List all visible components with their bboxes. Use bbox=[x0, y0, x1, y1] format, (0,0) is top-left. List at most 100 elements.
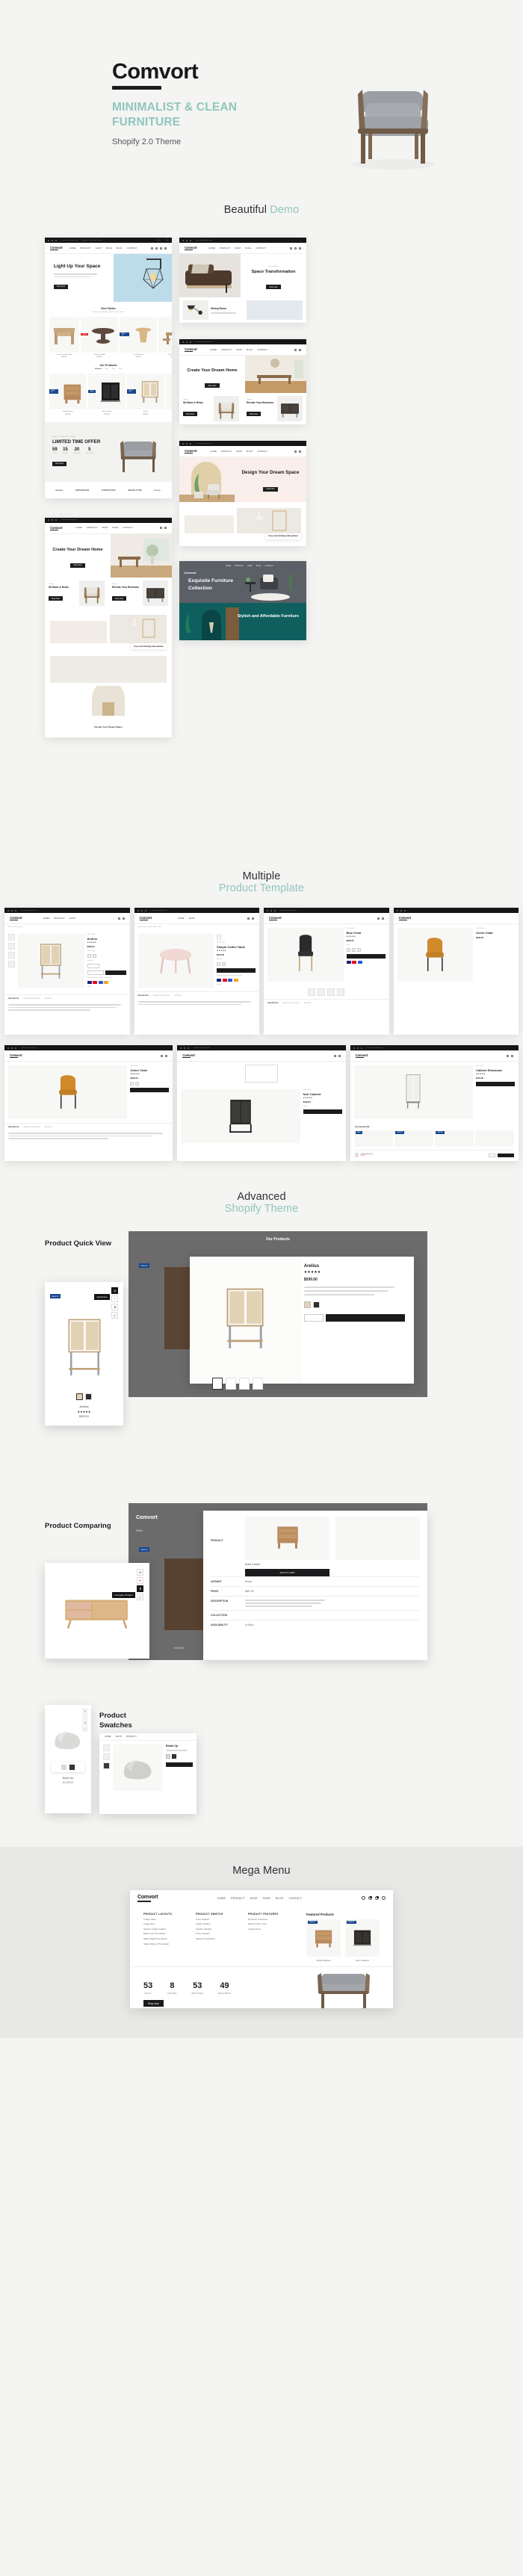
tab-description[interactable]: DESCRIPTION bbox=[8, 1127, 19, 1128]
search-icon[interactable] bbox=[361, 1896, 365, 1901]
search-icon[interactable] bbox=[247, 917, 250, 920]
nav-link-home[interactable]: HOME bbox=[226, 565, 231, 567]
mega-menu-item[interactable]: Slider Right Thumbnail bbox=[143, 1937, 185, 1940]
demo-mock-homepage-1[interactable]: comvort.myshopify.com Shopify 2.0 Furnit… bbox=[45, 238, 172, 498]
demo-mock-homepage-2[interactable]: comvort.myshopify.com Comvort HOME PRODU… bbox=[179, 238, 306, 323]
search-icon[interactable] bbox=[377, 917, 380, 920]
add-to-cart-button[interactable] bbox=[475, 1082, 515, 1086]
swatch-option[interactable] bbox=[130, 1082, 134, 1086]
mega-menu-item[interactable]: Classic Image Gallery bbox=[143, 1928, 185, 1931]
mega-menu-item[interactable]: Image grid bbox=[143, 1922, 185, 1925]
swatch-option[interactable] bbox=[166, 1753, 170, 1759]
related-tile[interactable]: SALE bbox=[354, 1130, 394, 1147]
thumbnail[interactable] bbox=[8, 943, 15, 950]
wishlist-icon[interactable]: ♡ bbox=[111, 1295, 118, 1302]
wishlist-icon[interactable] bbox=[294, 247, 297, 250]
nav-link-blog[interactable]: BLOG bbox=[256, 565, 262, 567]
nav-link-shop[interactable]: SHOP bbox=[236, 451, 242, 453]
thumbnail[interactable] bbox=[318, 988, 326, 996]
search-icon[interactable] bbox=[161, 1054, 164, 1057]
tab-description[interactable]: DESCRIPTION bbox=[267, 1003, 278, 1004]
cart-icon[interactable]: 🛒 bbox=[137, 1594, 143, 1600]
tab-description[interactable]: DESCRIPTION bbox=[8, 998, 19, 1000]
cart-icon[interactable] bbox=[164, 527, 167, 530]
mega-menu-item[interactable]: Slider Bottom Thumbnail bbox=[143, 1942, 185, 1945]
tab-new[interactable]: New bbox=[105, 368, 108, 370]
related-tile[interactable]: NEW IN bbox=[394, 1130, 434, 1147]
product-tile[interactable]: NEW IN Astrid Cabinet $429.00 bbox=[49, 374, 87, 416]
product-tile[interactable]: Rattan Cabinet $399.00 bbox=[166, 374, 172, 416]
nav-link-home[interactable]: HOME bbox=[210, 451, 217, 453]
thumbnail[interactable] bbox=[226, 1378, 236, 1390]
featured-product[interactable]: New In Nero Cabinet bbox=[345, 1919, 380, 1962]
add-to-cart-button[interactable] bbox=[166, 1762, 193, 1767]
swatch-option[interactable] bbox=[217, 962, 220, 966]
quantity-stepper[interactable] bbox=[303, 1314, 324, 1322]
add-to-cart-button[interactable] bbox=[346, 954, 386, 959]
swatch-option[interactable] bbox=[351, 948, 356, 952]
add-to-cart-button[interactable] bbox=[217, 968, 256, 973]
cart-icon[interactable] bbox=[338, 1054, 341, 1057]
product-template-1[interactable]: comvort.myshopify.com Comvort HOME PRODU… bbox=[4, 908, 130, 1035]
quickview-icon[interactable]: ◎ bbox=[111, 1287, 118, 1294]
nav-link-shop[interactable]: SHOP bbox=[102, 527, 108, 529]
compare-icon[interactable]: ⇅ bbox=[82, 1720, 87, 1726]
related-tile[interactable]: NEW IN bbox=[435, 1130, 474, 1147]
buy-now-button[interactable] bbox=[105, 970, 126, 975]
nav-link-blog[interactable]: BLOG bbox=[117, 247, 123, 250]
tab-shipping[interactable]: SHIPPING & RETURNS bbox=[23, 1127, 40, 1128]
swatch-option[interactable] bbox=[312, 1301, 320, 1308]
swatch-option[interactable] bbox=[76, 1393, 83, 1400]
tab-best[interactable]: Best bbox=[119, 368, 122, 370]
browser-share-button[interactable]: Share bbox=[157, 240, 161, 241]
product-tile[interactable]: NEW IN Oia Side Table $139.00 bbox=[120, 316, 158, 359]
nav-link-home[interactable]: HOME bbox=[43, 917, 50, 920]
product-tile[interactable]: SALE Kill Dining Table $459.00 bbox=[81, 316, 119, 359]
offer-button[interactable]: Shop Now bbox=[52, 461, 67, 466]
mega-menu-item[interactable]: Sticky Add to Cart bbox=[248, 1922, 290, 1925]
tab-description[interactable]: DESCRIPTION bbox=[138, 995, 149, 997]
thumbnail[interactable] bbox=[253, 1378, 263, 1390]
demo-card-bedroom[interactable]: Bedroom Elevate Your Bedroom Shop Now bbox=[108, 578, 172, 609]
thumbnail[interactable] bbox=[308, 988, 316, 996]
nav-link-blog[interactable]: BLOG bbox=[276, 1897, 283, 1900]
product-tile[interactable]: SALE Nero Cabinet $549.00 bbox=[87, 374, 126, 416]
nav-link-shop[interactable]: SHOP bbox=[189, 917, 195, 920]
nav-link-contact[interactable]: CONTACT bbox=[123, 527, 133, 529]
quickview-icon[interactable]: ◎ bbox=[137, 1569, 143, 1576]
product-template-4[interactable]: Comvort SKU: 14166 Ochre Chair $329.00 bbox=[393, 908, 519, 1035]
nav-link-page[interactable]: PAGE bbox=[263, 1897, 270, 1900]
swatches-detail-card[interactable]: HOME SHOP PRODUCT Briant Up bbox=[99, 1733, 196, 1814]
nav-link-product[interactable]: PRODUCT bbox=[221, 349, 232, 351]
card-button[interactable]: Shop Now bbox=[49, 596, 64, 601]
demo-mock-homepage-2b[interactable]: comvort.myshopify.com Comvort HOME PRODU… bbox=[179, 339, 306, 424]
product-template-3[interactable]: comvort.myshopify.com Comvort SKU: 14135… bbox=[264, 908, 389, 1035]
thumbnail[interactable] bbox=[8, 934, 15, 941]
cart-icon[interactable]: 🛒 bbox=[82, 1726, 87, 1732]
wishlist-icon[interactable]: ♡ bbox=[82, 1714, 87, 1720]
demo-card-relax[interactable]: Comfort Sit Back & Relax Shop Now bbox=[179, 393, 243, 424]
add-to-cart-button[interactable] bbox=[303, 1109, 342, 1114]
swatch-option[interactable] bbox=[222, 962, 226, 966]
cart-icon[interactable] bbox=[299, 450, 301, 453]
swatch-option[interactable] bbox=[85, 1393, 92, 1400]
search-icon[interactable] bbox=[160, 527, 162, 530]
demo-card-relax[interactable]: Comfort Sit Back & Relax Shop Now bbox=[45, 578, 108, 609]
nav-link-product[interactable]: PRODUCT bbox=[126, 1736, 137, 1738]
nav-link-home[interactable]: HOME bbox=[178, 917, 185, 920]
thumbnail[interactable] bbox=[8, 952, 15, 959]
swatch-option[interactable] bbox=[172, 1753, 176, 1759]
thumbnail[interactable] bbox=[103, 1744, 110, 1751]
thumbnail[interactable] bbox=[337, 988, 345, 996]
thumbnail[interactable] bbox=[212, 1378, 223, 1390]
related-tile[interactable] bbox=[475, 1130, 514, 1147]
quick-view-modal[interactable]: Arelius ★★★★★ $599.00 bbox=[190, 1257, 414, 1384]
cart-icon[interactable] bbox=[251, 917, 254, 920]
nav-link-blog[interactable]: BLOG bbox=[247, 349, 253, 351]
swatch-option[interactable] bbox=[61, 1765, 66, 1770]
add-to-cart-button[interactable] bbox=[130, 1088, 170, 1092]
thumbnail[interactable] bbox=[239, 1378, 250, 1390]
tab-reviews[interactable]: REVIEWS bbox=[45, 1127, 52, 1128]
nav-link-product[interactable]: PRODUCT bbox=[87, 527, 97, 529]
demo-hero-button[interactable]: Shop Now bbox=[205, 383, 220, 388]
